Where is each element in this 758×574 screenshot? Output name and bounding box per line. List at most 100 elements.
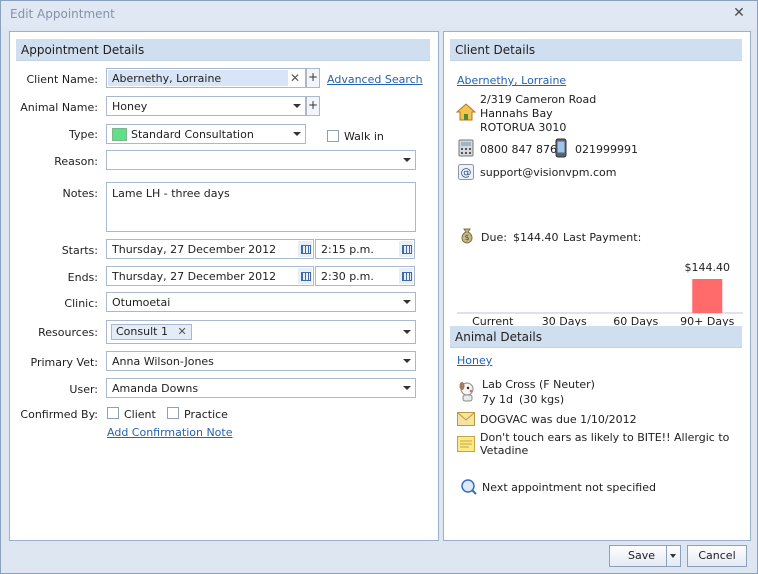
animal-sex: (F Neuter) — [539, 378, 595, 391]
resources-dropdown[interactable]: Consult 1 ✕ — [106, 320, 416, 344]
aging-category-label: Current — [472, 315, 514, 326]
save-button[interactable]: Save — [609, 545, 681, 567]
clinic-value: Otumoetai — [112, 296, 171, 309]
email-icon: @ — [458, 164, 474, 180]
client-name-label: Client Name: — [26, 73, 99, 86]
animal-details-header: Animal Details — [450, 326, 742, 348]
animal-weight: (30 kgs) — [519, 393, 565, 406]
notes-value: Lame LH - three days — [112, 187, 230, 200]
chevron-down-icon[interactable] — [399, 352, 415, 370]
next-appointment-text: Next appointment not specified — [482, 481, 656, 494]
primary-vet-dropdown[interactable]: Anna Wilson-Jones — [106, 351, 416, 371]
chevron-down-icon[interactable] — [289, 97, 305, 115]
animal-note-line-1: Don't touch ears as likely to BITE!! All… — [480, 431, 730, 444]
starts-time-value: 2:15 p.m. — [321, 243, 374, 256]
resources-label: Resources: — [38, 326, 98, 339]
save-button-label: Save — [628, 549, 656, 562]
vaccination-reminder: DOGVAC was due 1/10/2012 — [480, 413, 637, 426]
animal-note-line-2: Vetadine — [480, 444, 529, 457]
resource-chip[interactable]: Consult 1 ✕ — [111, 324, 192, 340]
ends-date-value: Thursday, 27 December 2012 — [112, 270, 277, 283]
client-name-link[interactable]: Abernethy, Lorraine — [457, 74, 566, 87]
add-client-button[interactable]: + — [306, 68, 320, 88]
confirm-client-label: Client — [124, 408, 156, 421]
clear-client-icon[interactable]: ✕ — [290, 71, 300, 85]
confirm-client-checkbox[interactable] — [107, 407, 119, 419]
chevron-down-icon[interactable] — [399, 323, 415, 341]
due-value: $144.40 — [513, 231, 559, 244]
user-label: User: — [69, 383, 98, 396]
mobile-phone-icon — [555, 138, 567, 158]
phone-icon — [458, 139, 474, 157]
calendar-icon[interactable] — [298, 268, 312, 284]
chevron-down-icon[interactable] — [399, 293, 415, 311]
ends-date-field[interactable]: Thursday, 27 December 2012 — [106, 266, 314, 286]
animal-name-dropdown[interactable]: Honey — [106, 96, 306, 116]
address-line-1: 2/319 Cameron Road — [480, 93, 597, 106]
client-name-value: Abernethy, Lorraine — [112, 72, 222, 85]
ends-time-value: 2:30 p.m. — [321, 270, 374, 283]
due-label: Due: — [481, 231, 507, 244]
resource-chip-label: Consult 1 — [116, 325, 168, 338]
chevron-down-icon[interactable] — [399, 379, 415, 397]
home-icon — [456, 103, 476, 121]
confirmed-by-label: Confirmed By: — [20, 408, 98, 421]
notes-textarea[interactable]: Lame LH - three days — [106, 182, 416, 232]
save-options-chevron-icon[interactable] — [666, 546, 680, 566]
animal-breed: Lab Cross — [482, 378, 536, 391]
cancel-button[interactable]: Cancel — [687, 545, 747, 567]
type-label: Type: — [69, 128, 98, 141]
remove-resource-icon[interactable]: ✕ — [177, 325, 186, 338]
starts-date-field[interactable]: Thursday, 27 December 2012 — [106, 239, 314, 259]
type-color-swatch — [112, 128, 127, 141]
svg-text:@: @ — [461, 166, 472, 179]
notes-label: Notes: — [62, 187, 98, 200]
close-icon[interactable]: ✕ — [731, 5, 747, 21]
aging-category-label: 60 Days — [613, 315, 658, 326]
user-value: Amanda Downs — [112, 382, 199, 395]
ends-label: Ends: — [67, 271, 98, 284]
last-payment-label: Last Payment: — [563, 231, 642, 244]
advanced-search-link[interactable]: Advanced Search — [327, 73, 423, 86]
client-details-header: Client Details — [450, 39, 742, 61]
walk-in-checkbox[interactable] — [327, 130, 339, 142]
address-line-2: Hannahs Bay — [480, 107, 553, 120]
calendar-icon[interactable] — [298, 241, 312, 257]
appointment-details-panel: Appointment Details Client Name: Abernet… — [9, 31, 439, 541]
confirm-practice-label: Practice — [184, 408, 228, 421]
aging-category-label: 30 Days — [542, 315, 587, 326]
client-name-field[interactable]: Abernethy, Lorraine ✕ — [106, 68, 306, 88]
chevron-down-icon[interactable] — [289, 125, 305, 143]
chevron-down-icon[interactable] — [399, 151, 415, 169]
confirm-practice-checkbox[interactable] — [167, 407, 179, 419]
animal-name-label: Animal Name: — [20, 101, 98, 114]
mobile-number: 021999991 — [575, 143, 638, 156]
time-picker-icon[interactable] — [399, 268, 413, 284]
money-bag-icon: $ — [461, 228, 473, 244]
starts-time-field[interactable]: 2:15 p.m. — [315, 239, 415, 259]
phone-number: 0800 847 876 — [480, 143, 557, 156]
add-animal-button[interactable]: + — [306, 96, 320, 116]
type-dropdown[interactable]: Standard Consultation — [106, 124, 306, 144]
time-picker-icon[interactable] — [399, 241, 413, 257]
ends-time-field[interactable]: 2:30 p.m. — [315, 266, 415, 286]
walk-in-label: Walk in — [344, 130, 384, 143]
reason-label: Reason: — [54, 155, 98, 168]
note-icon — [457, 436, 475, 452]
svg-text:$: $ — [464, 233, 469, 242]
edit-appointment-window: Edit Appointment ✕ Appointment Details C… — [0, 0, 758, 574]
client-details-panel: Client Details Abernethy, Lorraine 2/319… — [443, 31, 751, 541]
user-dropdown[interactable]: Amanda Downs — [106, 378, 416, 398]
animal-name-link[interactable]: Honey — [457, 354, 492, 367]
clinic-dropdown[interactable]: Otumoetai — [106, 292, 416, 312]
add-confirmation-note-link[interactable]: Add Confirmation Note — [107, 426, 233, 439]
clinic-label: Clinic: — [64, 297, 98, 310]
starts-date-value: Thursday, 27 December 2012 — [112, 243, 277, 256]
title-bar: Edit Appointment ✕ — [1, 1, 757, 27]
type-value: Standard Consultation — [131, 128, 254, 141]
email-address[interactable]: support@visionvpm.com — [480, 166, 617, 179]
reason-dropdown[interactable] — [106, 150, 416, 170]
appointment-details-header: Appointment Details — [16, 39, 430, 61]
animal-name-value: Honey — [112, 100, 148, 113]
animal-age: 7y 1d — [482, 393, 513, 406]
